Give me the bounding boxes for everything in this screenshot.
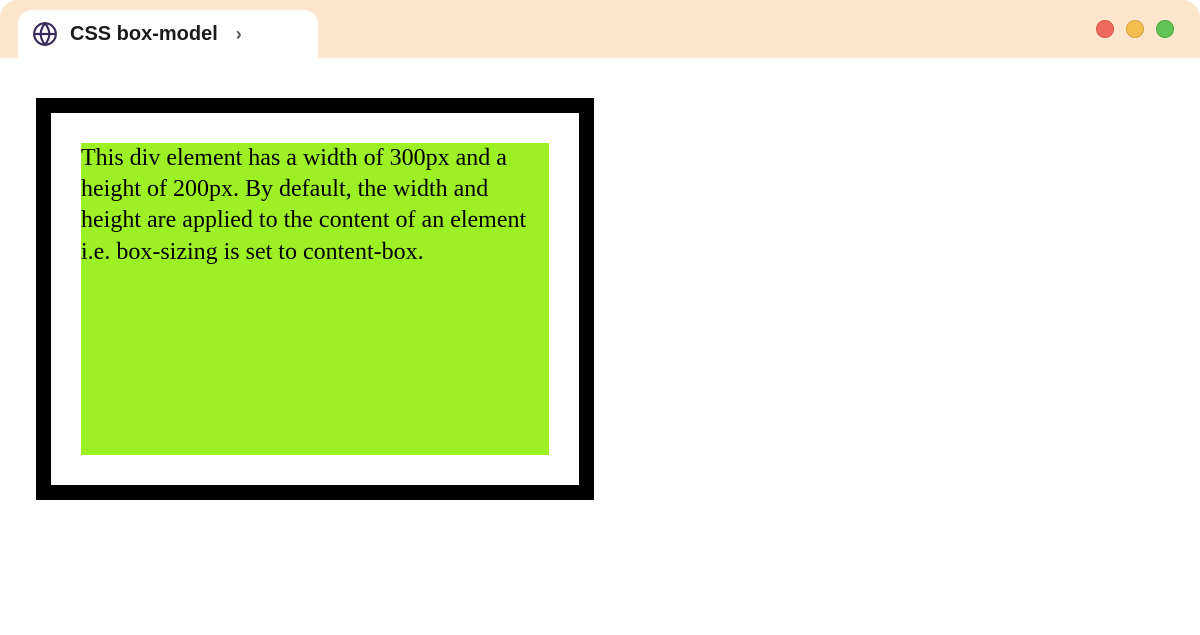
minimize-window-button[interactable] <box>1126 20 1144 38</box>
page-content: This div element has a width of 300px an… <box>0 58 1200 540</box>
tab-title: CSS box-model <box>70 23 218 46</box>
box-model-demo-wrapper: This div element has a width of 300px an… <box>36 98 594 500</box>
window-controls <box>1096 20 1174 38</box>
box-model-demo: This div element has a width of 300px an… <box>81 143 549 455</box>
tab-bar: CSS box-model › <box>0 0 1200 58</box>
close-window-button[interactable] <box>1096 20 1114 38</box>
maximize-window-button[interactable] <box>1156 20 1174 38</box>
chevron-right-icon: › <box>236 24 242 45</box>
browser-tab[interactable]: CSS box-model › <box>18 10 318 58</box>
globe-icon <box>32 21 58 47</box>
